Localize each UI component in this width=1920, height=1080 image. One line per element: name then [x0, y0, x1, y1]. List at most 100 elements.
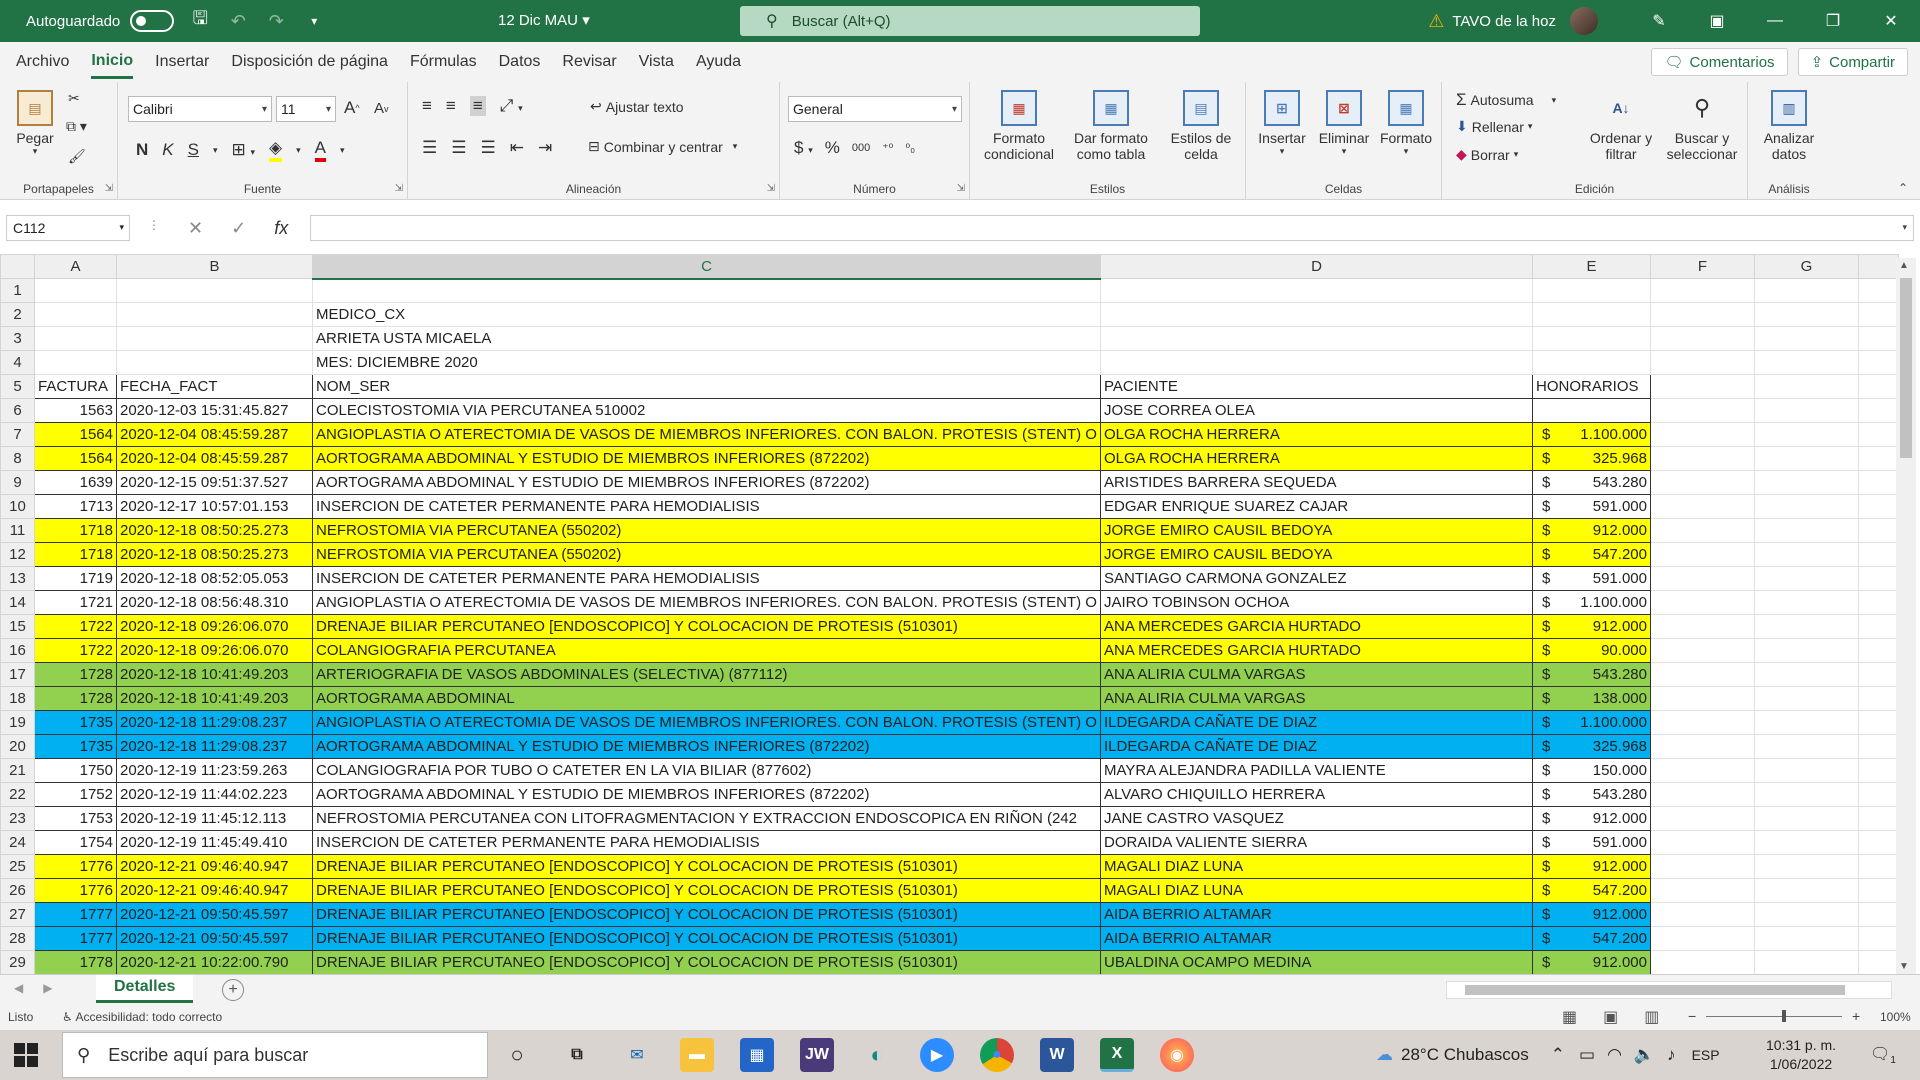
- cell-empty[interactable]: [1857, 758, 1899, 783]
- chrome-icon[interactable]: ●: [980, 1038, 1014, 1072]
- decrease-indent-icon[interactable]: ⇤: [510, 138, 524, 158]
- tab-ayuda[interactable]: Ayuda: [696, 47, 741, 77]
- number-format-select[interactable]: General ▾: [788, 96, 962, 122]
- cell-honorarios[interactable]: $90.000: [1531, 638, 1651, 663]
- wifi-icon[interactable]: ◠: [1607, 1045, 1622, 1065]
- cell-empty[interactable]: [1857, 566, 1899, 591]
- cell-factura[interactable]: 1776: [34, 854, 117, 879]
- cell-empty[interactable]: [1649, 422, 1755, 447]
- cell-paciente[interactable]: JORGE EMIRO CAUSIL BEDOYA: [1099, 542, 1533, 567]
- increase-indent-icon[interactable]: ⇥: [538, 138, 552, 158]
- cell-nom-ser[interactable]: ARTERIOGRAFIA DE VASOS ABDOMINALES (SELE…: [312, 662, 1101, 687]
- accounting-format-icon[interactable]: $ ▾: [794, 138, 813, 158]
- notification-icon[interactable]: 🗨1: [1870, 1044, 1896, 1066]
- launcher-icon[interactable]: ⇲: [957, 183, 965, 194]
- cell-honorarios[interactable]: [1531, 278, 1651, 303]
- zoom-in-icon[interactable]: +: [1852, 1008, 1860, 1024]
- cell-nom-ser[interactable]: INSERCION DE CATETER PERMANENTE PARA HEM…: [312, 830, 1101, 855]
- cell-empty[interactable]: [1753, 854, 1859, 879]
- cell-factura[interactable]: 1777: [34, 902, 117, 927]
- share-button[interactable]: ⇪ Compartir: [1797, 48, 1908, 76]
- font-name-select[interactable]: Calibri ▾: [128, 96, 272, 122]
- comments-button[interactable]: 🗨 Comentarios: [1651, 48, 1788, 76]
- row-header[interactable]: 7: [0, 422, 35, 447]
- cell-fecha[interactable]: 2020-12-18 08:50:25.273: [116, 518, 313, 543]
- cell-nom-ser[interactable]: AORTOGRAMA ABDOMINAL Y ESTUDIO DE MIEMBR…: [312, 782, 1101, 807]
- delete-cells-button[interactable]: ⊠ Eliminar ▾: [1314, 90, 1374, 157]
- row-header[interactable]: 20: [0, 734, 35, 759]
- tab-insertar[interactable]: Insertar: [155, 47, 209, 77]
- cell-factura[interactable]: 1753: [34, 806, 117, 831]
- cell-factura[interactable]: 1754: [34, 830, 117, 855]
- row-header[interactable]: 3: [0, 326, 35, 351]
- customize-qat-icon[interactable]: ▾: [302, 9, 326, 33]
- cell-empty[interactable]: [1649, 542, 1755, 567]
- zoom-out-icon[interactable]: −: [1688, 1008, 1696, 1024]
- cell-factura[interactable]: 1776: [34, 878, 117, 903]
- row-header[interactable]: 4: [0, 350, 35, 375]
- cell-empty[interactable]: [1857, 494, 1899, 519]
- cut-icon[interactable]: ✂: [68, 90, 80, 107]
- formula-input[interactable]: ▾: [310, 215, 1914, 241]
- cell-paciente[interactable]: [1099, 326, 1533, 351]
- cell-empty[interactable]: [1857, 662, 1899, 687]
- cell-factura[interactable]: 1752: [34, 782, 117, 807]
- insert-cells-button[interactable]: ⊞ Insertar ▾: [1252, 90, 1312, 157]
- cell-factura[interactable]: 1728: [34, 686, 117, 711]
- cell-honorarios[interactable]: [1531, 326, 1651, 351]
- cell-paciente[interactable]: ARISTIDES BARRERA SEQUEDA: [1099, 470, 1533, 495]
- row-header[interactable]: 26: [0, 878, 35, 903]
- cell-paciente[interactable]: [1099, 350, 1533, 375]
- cell-empty[interactable]: [1649, 518, 1755, 543]
- cell-empty[interactable]: [1857, 398, 1899, 423]
- row-header[interactable]: 11: [0, 518, 35, 543]
- italic-button[interactable]: K: [162, 140, 173, 160]
- cell-empty[interactable]: [1649, 326, 1755, 351]
- cell-nom-ser[interactable]: [312, 278, 1101, 303]
- cell-nom-ser[interactable]: INSERCION DE CATETER PERMANENTE PARA HEM…: [312, 566, 1101, 591]
- search-box[interactable]: ⚲ Buscar (Alt+Q): [740, 6, 1200, 36]
- cell-empty[interactable]: [1857, 374, 1899, 399]
- row-header[interactable]: 23: [0, 806, 35, 831]
- cell-honorarios[interactable]: [1531, 302, 1651, 327]
- cell-factura[interactable]: 1722: [34, 638, 117, 663]
- cell-paciente[interactable]: ANA ALIRIA CULMA VARGAS: [1099, 686, 1533, 711]
- zoom-slider[interactable]: [1706, 1010, 1842, 1022]
- cell-fecha[interactable]: [116, 326, 313, 351]
- cell-fecha[interactable]: 2020-12-04 08:45:59.287: [116, 422, 313, 447]
- column-header-c[interactable]: C: [312, 254, 1101, 280]
- cell-empty[interactable]: [1857, 878, 1899, 903]
- tab-revisar[interactable]: Revisar: [562, 47, 616, 77]
- ribbon-display-icon[interactable]: ▣: [1688, 11, 1746, 31]
- weather-icon[interactable]: ☁: [1376, 1045, 1393, 1065]
- grow-font-icon[interactable]: A ^: [344, 98, 360, 118]
- row-header[interactable]: 27: [0, 902, 35, 927]
- paste-button[interactable]: ▤ Pegar ▾: [8, 90, 62, 157]
- format-painter-icon[interactable]: 🖌: [68, 148, 86, 165]
- cell-honorarios[interactable]: $547.200: [1531, 926, 1651, 951]
- minimize-button[interactable]: —: [1746, 12, 1804, 30]
- cell-honorarios[interactable]: $912.000: [1531, 614, 1651, 639]
- cell-empty[interactable]: [1649, 734, 1755, 759]
- cell-nom-ser[interactable]: COLECISTOSTOMIA VIA PERCUTANEA 510002: [312, 398, 1101, 423]
- tab-vista[interactable]: Vista: [639, 47, 674, 77]
- cell-paciente[interactable]: MAYRA ALEJANDRA PADILLA VALIENTE: [1099, 758, 1533, 783]
- cell-empty[interactable]: [1753, 782, 1859, 807]
- undo-icon[interactable]: ↶: [226, 9, 250, 33]
- cell-factura[interactable]: [34, 350, 117, 375]
- row-header[interactable]: 8: [0, 446, 35, 471]
- tab-datos[interactable]: Datos: [499, 47, 541, 77]
- cell-honorarios[interactable]: $912.000: [1531, 854, 1651, 879]
- row-header[interactable]: 19: [0, 710, 35, 735]
- user-name[interactable]: TAVO de la hoz: [1452, 13, 1556, 30]
- cell-empty[interactable]: [1649, 566, 1755, 591]
- row-header[interactable]: 1: [0, 278, 35, 303]
- enter-icon[interactable]: ✓: [231, 218, 246, 239]
- cell-factura[interactable]: 1722: [34, 614, 117, 639]
- cell-nom-ser[interactable]: NEFROSTOMIA VIA PERCUTANEA (550202): [312, 518, 1101, 543]
- cell-empty[interactable]: [1753, 734, 1859, 759]
- format-as-table-button[interactable]: ▦ Dar formato como tabla: [1066, 90, 1156, 162]
- cell-nom-ser[interactable]: AORTOGRAMA ABDOMINAL Y ESTUDIO DE MIEMBR…: [312, 470, 1101, 495]
- cell-paciente[interactable]: OLGA ROCHA HERRERA: [1099, 422, 1533, 447]
- launcher-icon[interactable]: ⇲: [105, 183, 113, 194]
